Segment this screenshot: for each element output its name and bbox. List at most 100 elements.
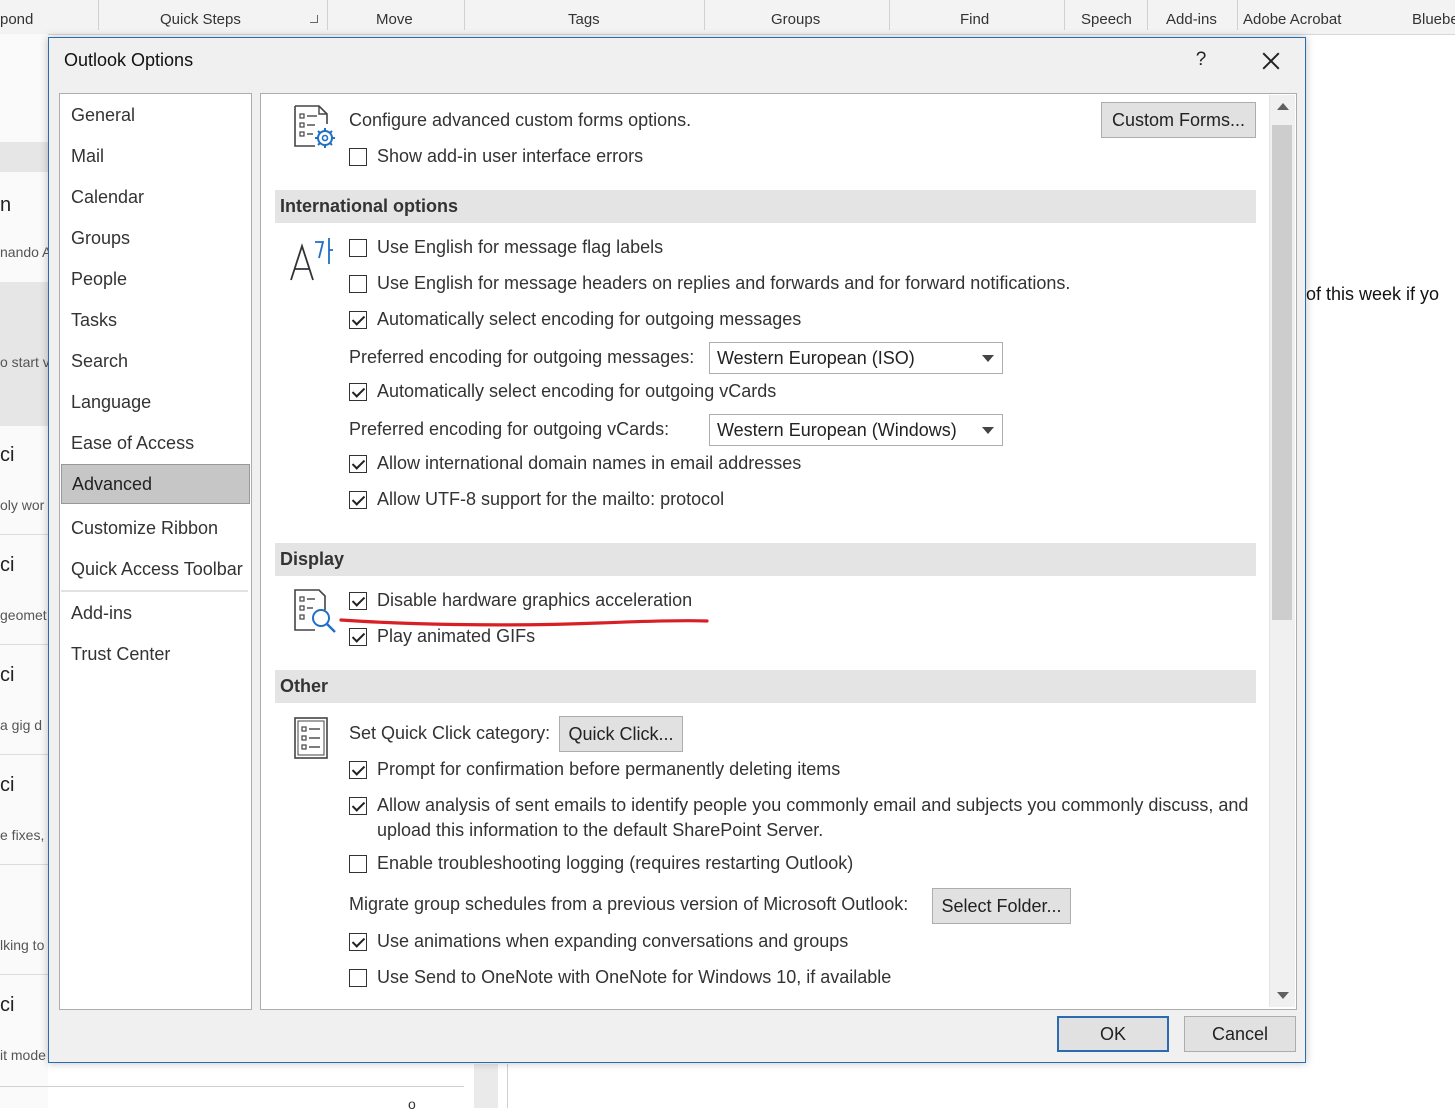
ribbon-group-tags[interactable]: Tags — [568, 11, 600, 28]
onenote-label: Use Send to OneNote with OneNote for Win… — [377, 967, 892, 987]
message-headers-checkbox[interactable] — [349, 275, 367, 293]
outlook-ribbon: pond Quick Steps Move Tags Groups Find S… — [0, 0, 1455, 35]
chevron-down-icon — [982, 427, 994, 434]
auto-vcards-checkbox[interactable] — [349, 383, 367, 401]
ribbon-group-quick-steps[interactable]: Quick Steps — [160, 11, 241, 28]
language-a-icon — [290, 238, 333, 281]
ribbon-group-bluebeam[interactable]: Bluebe — [1412, 11, 1455, 28]
ribbon-separator — [464, 0, 465, 30]
analysis-label-line2: upload this information to the default S… — [377, 820, 824, 840]
ribbon-separator — [1064, 0, 1065, 30]
background-message-list: n nando A o start v ci oly wor ci geomet… — [0, 34, 51, 1108]
close-icon[interactable] — [1257, 46, 1285, 74]
nav-item-customize-ribbon[interactable]: Customize Ribbon — [61, 509, 250, 548]
utf8-checkbox[interactable] — [349, 491, 367, 509]
ribbon-group-respond[interactable]: pond — [0, 11, 33, 28]
quick-click-button[interactable]: Quick Click... — [559, 716, 683, 752]
nav-item-ease-of-access[interactable]: Ease of Access — [61, 424, 250, 463]
message-headers-label: Use English for message headers on repli… — [377, 273, 1071, 293]
flag-labels-label: Use English for message flag labels — [377, 237, 664, 257]
ribbon-group-add-ins[interactable]: Add-ins — [1166, 11, 1217, 28]
section-international-options: International options — [275, 190, 1256, 223]
auto-encoding-label: Automatically select encoding for outgoi… — [377, 309, 802, 329]
nav-item-mail[interactable]: Mail — [61, 137, 250, 176]
options-content: Configure advanced custom forms options.… — [260, 93, 1297, 1010]
reading-pane-divider — [507, 1064, 508, 1108]
nav-divider — [61, 590, 248, 592]
list-divider — [0, 754, 48, 755]
other-options-icon — [294, 717, 328, 759]
select-folder-button[interactable]: Select Folder... — [932, 888, 1071, 924]
preferred-encoding-select[interactable]: Western European (ISO) — [709, 342, 1003, 374]
nav-item-trust-center[interactable]: Trust Center — [61, 635, 250, 674]
ribbon-group-groups[interactable]: Groups — [771, 11, 820, 28]
list-item-sender: n — [0, 194, 12, 216]
onenote-checkbox[interactable] — [349, 969, 367, 987]
preferred-encoding-label: Preferred encoding for outgoing messages… — [349, 347, 695, 367]
display-search-icon — [294, 589, 336, 633]
nav-item-tasks[interactable]: Tasks — [61, 301, 250, 340]
preferred-vcards-select[interactable]: Western European (Windows) — [709, 414, 1003, 446]
troubleshooting-checkbox[interactable] — [349, 855, 367, 873]
ribbon-separator — [327, 0, 328, 30]
nav-item-calendar[interactable]: Calendar — [61, 178, 250, 217]
list-item-preview: oly wor — [0, 497, 45, 513]
show-addin-errors-checkbox[interactable] — [349, 148, 367, 166]
list-item-preview: a gig d — [0, 717, 43, 733]
reading-pane-text: of this week if yo — [1306, 284, 1440, 304]
list-item-sender: ci — [0, 444, 15, 466]
chevron-down-icon — [982, 355, 994, 362]
section-other: Other — [275, 670, 1256, 703]
nav-item-people[interactable]: People — [61, 260, 250, 299]
prompt-delete-label: Prompt for confirmation before permanent… — [377, 759, 841, 779]
custom-forms-icon — [294, 105, 335, 148]
custom-forms-description: Configure advanced custom forms options. — [349, 110, 692, 130]
scroll-down-icon[interactable] — [1277, 992, 1289, 999]
ribbon-group-adobe-acrobat[interactable]: Adobe Acrobat — [1243, 11, 1341, 28]
disable-hw-accel-label: Disable hardware graphics acceleration — [377, 590, 693, 610]
content-scrollbar[interactable] — [1269, 95, 1295, 1007]
prompt-delete-checkbox[interactable] — [349, 761, 367, 779]
animations-checkbox[interactable] — [349, 933, 367, 951]
scroll-thumb[interactable] — [1272, 125, 1292, 620]
list-header-strip — [0, 142, 48, 172]
list-item-preview: o start v — [0, 354, 50, 370]
ribbon-group-speech[interactable]: Speech — [1081, 11, 1132, 28]
nav-item-general[interactable]: General — [61, 96, 250, 135]
cancel-button[interactable]: Cancel — [1184, 1016, 1296, 1052]
background-scrollbar[interactable] — [474, 1064, 498, 1108]
ribbon-group-move[interactable]: Move — [376, 11, 413, 28]
analysis-checkbox[interactable] — [349, 797, 367, 815]
ribbon-group-find[interactable]: Find — [960, 11, 989, 28]
list-item-sender: ci — [0, 664, 15, 686]
list-divider — [0, 644, 48, 645]
scroll-up-icon[interactable] — [1277, 103, 1289, 110]
list-item-sender: ci — [0, 554, 15, 576]
auto-vcards-label: Automatically select encoding for outgoi… — [377, 381, 777, 401]
animated-gifs-checkbox[interactable] — [349, 628, 367, 646]
dialog-title: Outlook Options — [64, 50, 194, 70]
list-item-sender: ci — [0, 774, 15, 796]
animated-gifs-label: Play animated GIFs — [377, 626, 536, 646]
auto-encoding-checkbox[interactable] — [349, 311, 367, 329]
custom-forms-button[interactable]: Custom Forms... — [1101, 102, 1256, 138]
intl-domain-checkbox[interactable] — [349, 455, 367, 473]
migrate-label: Migrate group schedules from a previous … — [349, 894, 909, 914]
dialog-launcher-icon[interactable] — [310, 15, 318, 23]
nav-item-add-ins[interactable]: Add-ins — [61, 594, 250, 633]
nav-item-groups[interactable]: Groups — [61, 219, 250, 258]
ribbon-separator — [889, 0, 890, 30]
nav-item-search[interactable]: Search — [61, 342, 250, 381]
flag-labels-checkbox[interactable] — [349, 239, 367, 257]
ok-button[interactable]: OK — [1057, 1016, 1169, 1052]
animations-label: Use animations when expanding conversati… — [377, 931, 849, 951]
nav-item-advanced[interactable]: Advanced — [61, 464, 250, 504]
disable-hw-accel-checkbox[interactable] — [349, 592, 367, 610]
ribbon-separator — [704, 0, 705, 30]
nav-item-quick-access-toolbar[interactable]: Quick Access Toolbar — [61, 550, 250, 589]
help-button[interactable]: ? — [1187, 46, 1215, 74]
list-item-preview: it mode — [0, 1047, 46, 1063]
intl-domain-label: Allow international domain names in emai… — [377, 453, 802, 473]
nav-item-language[interactable]: Language — [61, 383, 250, 422]
analysis-label-line1: Allow analysis of sent emails to identif… — [377, 795, 1249, 815]
